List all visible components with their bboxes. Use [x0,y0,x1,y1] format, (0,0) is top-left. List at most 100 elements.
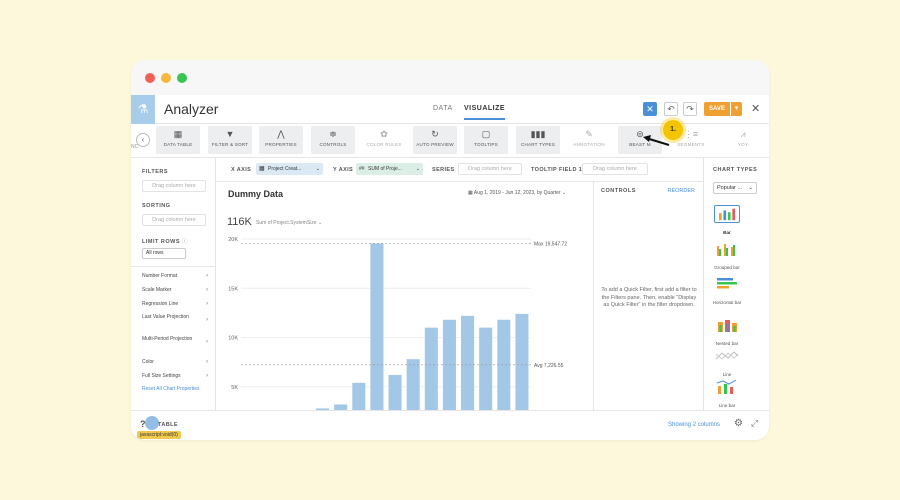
sorting-heading: SORTING [142,203,171,209]
chart-bar[interactable] [406,359,420,410]
help-icon[interactable]: ? [140,419,146,429]
y-axis-label: Y AXIS [333,167,354,173]
filter-icon: ▼ [225,129,235,139]
chart-category-select[interactable]: Popular ... ⌄ [713,182,757,194]
expand-icon[interactable]: ⤢ [751,418,758,429]
chart-bar[interactable] [497,319,511,410]
reference-line-label: Max 19,547.72 [534,241,567,247]
property-label: Regression Line [142,301,179,307]
chart-bar[interactable] [515,313,529,410]
property-scale-marker[interactable]: Scale Marker › [142,287,208,293]
chart-type-horizontal-bar[interactable]: Horizontal bar [712,275,742,306]
pencil-icon: ✎ [585,129,593,139]
compass-icon: ⋀ [277,129,285,139]
chart-bar[interactable] [352,382,366,410]
status-url-tooltip: javascript:void(0) [137,431,181,439]
filters-heading: FILTERS [142,169,169,175]
ribbon-label: CHART TYPES [520,142,556,147]
property-last-value-projection[interactable]: Last Value Projection › [142,314,208,323]
x-axis-pill[interactable]: ▦ Project Creat... ⌄ [256,163,323,175]
chart-type-line[interactable]: Line [712,347,742,378]
left-panel-divider [131,266,216,267]
y-tick-label: 5K [231,385,238,391]
close-icon[interactable]: ✕ [751,102,760,115]
controls-heading: CONTROLS [601,188,636,194]
ribbon-label: SEGMENTS [677,142,705,147]
bar-chart: Max 19,547.72Avg 7,226.55Min 57.2 05K10K… [228,237,567,410]
reset-properties-link[interactable]: Reset All Chart Properties [142,386,200,392]
chevron-down-icon: ⌄ [748,185,753,191]
series-dropzone[interactable]: Drag column here [458,163,522,175]
chevron-right-icon: › [206,339,208,345]
chart-type-grouped-bar[interactable]: Grouped bar [712,240,742,271]
ribbon-filter-sort[interactable]: ▼ FILTER & SORT [208,126,252,154]
chevron-down-icon: ⌄ [315,166,320,172]
window-minimize-dot[interactable] [161,73,171,83]
window-close-dot[interactable] [145,73,155,83]
ribbon-controls[interactable]: ≑ CONTROLS [311,126,355,154]
redo-icon[interactable]: ↷ [683,102,697,116]
ribbon-properties[interactable]: ⋀ PROPERTIES [259,126,303,154]
info-icon[interactable]: ⓘ [182,239,188,245]
tab-data[interactable]: DATA [433,105,453,112]
ribbon-scroll-left-icon[interactable]: ‹ [136,133,150,147]
chart-bar[interactable] [370,243,384,410]
chart-type-line-bar[interactable]: Line bar [712,378,742,409]
chart-type-bar[interactable]: Bar [712,205,742,236]
tooltip-field-label: TOOLTIP FIELD 1 [531,167,583,173]
chart-bar[interactable] [461,315,475,410]
y-tick-label: 15K [228,286,238,292]
property-label: Multi-Period Projection [142,336,193,342]
ribbon-chart-types[interactable]: ▮▮▮ CHART TYPES [516,126,560,154]
ribbon-data-table[interactable]: ▦ DATA TABLE [156,126,200,154]
property-label: Last Value Projection [142,314,189,320]
showing-columns-link[interactable]: Showing 2 columns [668,422,720,428]
save-button[interactable]: SAVE [704,102,730,116]
window-maximize-dot[interactable] [177,73,187,83]
ribbon-label: PROPERTIES [265,142,297,147]
chart-type-label: Nested bar [715,341,739,346]
undo-icon[interactable]: ↶ [664,102,678,116]
table-toggle[interactable]: TABLE [158,422,178,428]
ribbon-label: CONTROLS [319,142,347,147]
chart-bar[interactable] [388,374,402,410]
property-color[interactable]: Color › [142,359,208,365]
chart-bar[interactable] [479,327,493,410]
palette-icon: ✿ [380,129,388,139]
y-tick-label: 10K [228,336,238,342]
tab-visualize[interactable]: VISUALIZE [464,105,506,120]
ribbon-color-rules[interactable]: ✿ COLOR RULES [362,126,406,154]
save-dropdown-button[interactable]: ▾ [731,102,742,116]
ribbon-annotation[interactable]: ✎ ANNOTATION [567,126,611,154]
ribbon-yoy[interactable]: ⩘ YOY [721,126,765,154]
chart-type-label: Horizontal bar [712,300,742,305]
y-axis-pill[interactable]: ## SUM of Proje... ⌄ [356,163,423,175]
limit-rows-heading: LIMIT ROWS ⓘ [142,237,188,245]
ribbon-label: DATA TABLE [163,142,193,147]
tooltip-dropzone[interactable]: Drag column here [582,163,648,175]
property-number-format[interactable]: Number Format › [142,273,208,279]
limit-rows-select[interactable]: All rows [142,248,186,259]
chart-category-value: Popular ... [717,185,743,191]
ribbon-label: YOY [737,142,749,147]
calendar-icon: ▦ [259,166,265,172]
window-titlebar [131,60,769,95]
ribbon-tooltips[interactable]: ▢ TOOLTIPS [464,126,508,154]
ribbon-label: FILTER & SORT [211,142,249,147]
property-multi-period-projection[interactable]: Multi-Period Projection › [142,336,208,345]
reorder-link[interactable]: REORDER [667,188,695,194]
sorting-dropzone[interactable]: Drag column here [142,214,206,226]
line-chart-icon [715,351,739,360]
gear-icon[interactable]: ⚙ [734,418,743,429]
property-full-size-settings[interactable]: Full Size Settings › [142,373,208,379]
grouped-bar-icon [717,244,735,256]
ribbon-auto-preview[interactable]: ↻ AUTO PREVIEW [413,126,457,154]
left-panel: FILTERS Drag column here SORTING Drag co… [131,158,216,410]
property-regression-line[interactable]: Regression Line › [142,301,208,307]
chart-type-nested-bar[interactable]: Nested bar [712,316,742,347]
x-axis-value: Project Creat... [268,166,302,172]
ribbon-label: ANNOTATION [573,142,605,147]
chart-bar[interactable] [424,327,438,410]
filters-dropzone[interactable]: Drag column here [142,180,206,192]
tools-icon[interactable]: ✕ [643,102,657,116]
